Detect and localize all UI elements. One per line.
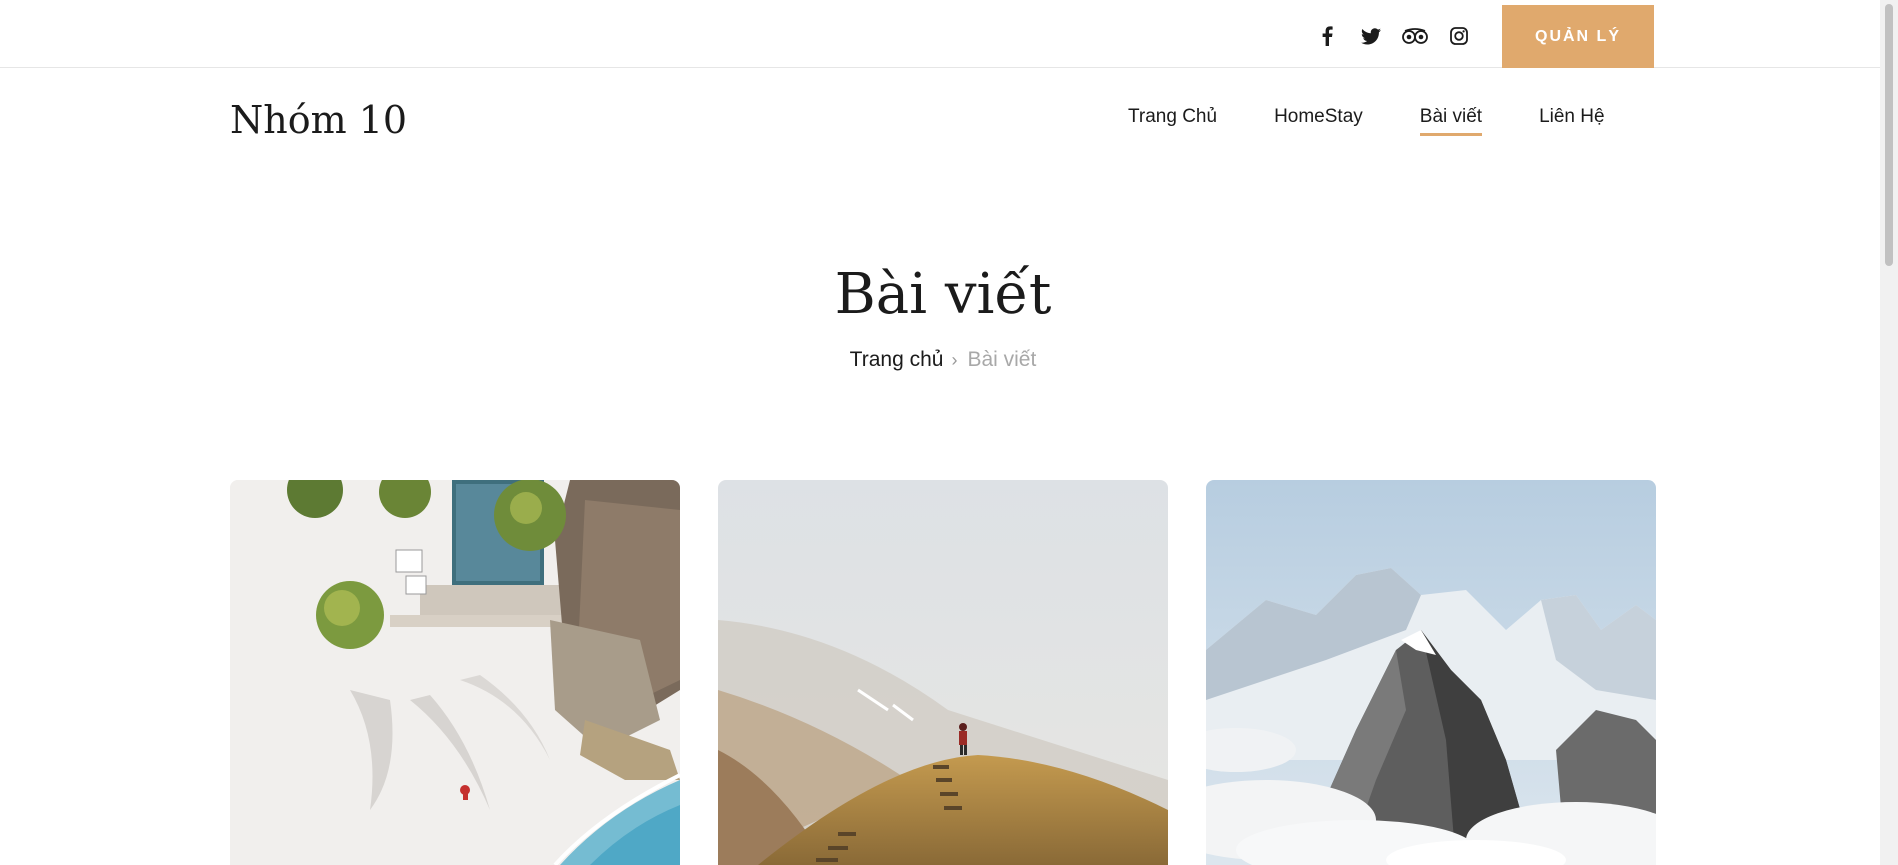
twitter-icon[interactable] (1349, 24, 1393, 48)
post-card[interactable] (718, 480, 1168, 865)
breadcrumb-current: Bài viết (967, 348, 1037, 371)
site-logo[interactable]: Nhóm 10 (230, 98, 407, 142)
post-card[interactable] (1206, 480, 1656, 865)
admin-button[interactable]: QUẢN LÝ (1502, 5, 1654, 68)
page-title: Bài viết (834, 262, 1052, 327)
beach-resort-image (230, 480, 680, 865)
nav-item-trang-chu[interactable]: Trang Chủ (1128, 106, 1217, 136)
scrollbar-thumb[interactable] (1885, 4, 1893, 266)
social-links (1305, 24, 1481, 48)
instagram-icon[interactable] (1437, 24, 1481, 48)
chevron-right-icon: › (951, 349, 958, 370)
post-grid (230, 480, 1656, 865)
breadcrumb: Trang chủ › Bài viết (0, 348, 1886, 372)
breadcrumb-home-link[interactable]: Trang chủ (850, 348, 944, 372)
foggy-mountain-image (718, 480, 1168, 865)
nav-item-bai-viet[interactable]: Bài viết (1419, 106, 1483, 136)
facebook-icon[interactable] (1305, 24, 1349, 48)
post-card[interactable] (230, 480, 680, 865)
top-bar: QUẢN LÝ (0, 0, 1880, 68)
main-nav: Trang Chủ HomeStay Bài viết Liên Hệ (1128, 106, 1605, 136)
nav-item-lien-he[interactable]: Liên Hệ (1539, 106, 1605, 136)
tripadvisor-icon[interactable] (1393, 24, 1437, 48)
page-scrollbar[interactable] (1880, 0, 1898, 865)
snowy-mountain-image (1206, 480, 1656, 865)
nav-item-homestay[interactable]: HomeStay (1274, 106, 1363, 136)
